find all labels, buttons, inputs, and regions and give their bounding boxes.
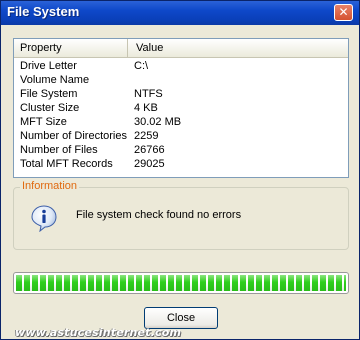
property-cell: MFT Size bbox=[20, 116, 67, 128]
value-cell: 30.02 MB bbox=[134, 116, 182, 128]
progress-fill bbox=[16, 275, 346, 291]
value-cell: NTFS bbox=[134, 88, 163, 100]
list-row[interactable]: Volume Name bbox=[14, 73, 348, 87]
information-message: File system check found no errors bbox=[76, 209, 242, 221]
info-icon bbox=[31, 205, 57, 232]
list-row[interactable]: Drive Letter C:\ bbox=[14, 59, 348, 73]
watermark: www.astucesinternet.com bbox=[15, 326, 182, 339]
list-row[interactable]: Total MFT Records 29025 bbox=[14, 157, 348, 171]
information-group: Information File system check found no e… bbox=[13, 180, 349, 250]
property-cell: Number of Directories bbox=[20, 130, 127, 142]
information-legend: Information bbox=[20, 180, 80, 192]
list-row[interactable]: MFT Size 30.02 MB bbox=[14, 115, 348, 129]
column-header-property[interactable]: Property bbox=[14, 39, 128, 57]
close-icon: ✕ bbox=[338, 5, 349, 19]
value-cell: 4 KB bbox=[134, 102, 158, 114]
window-title: File System bbox=[7, 4, 80, 19]
window-close-button[interactable]: ✕ bbox=[334, 4, 353, 21]
property-cell: Drive Letter bbox=[20, 60, 77, 72]
value-cell: 26766 bbox=[134, 144, 165, 156]
list-row[interactable]: Number of Directories 2259 bbox=[14, 129, 348, 143]
title-bar[interactable]: File System ✕ bbox=[1, 1, 359, 25]
property-cell: Total MFT Records bbox=[20, 158, 113, 170]
list-row[interactable]: File System NTFS bbox=[14, 87, 348, 101]
property-list[interactable]: Property Value Drive Letter C:\ Volume N… bbox=[13, 38, 349, 178]
list-row[interactable]: Number of Files 26766 bbox=[14, 143, 348, 157]
value-cell: 29025 bbox=[134, 158, 165, 170]
property-cell: Number of Files bbox=[20, 144, 98, 156]
list-rows: Drive Letter C:\ Volume Name File System… bbox=[14, 59, 348, 171]
file-system-dialog: File System ✕ Property Value Drive Lette… bbox=[0, 0, 360, 340]
value-cell: 2259 bbox=[134, 130, 159, 142]
property-cell: File System bbox=[20, 88, 78, 100]
value-cell: C:\ bbox=[134, 60, 149, 72]
list-row[interactable]: Cluster Size 4 KB bbox=[14, 101, 348, 115]
column-header-value[interactable]: Value bbox=[128, 39, 348, 57]
property-cell: Cluster Size bbox=[20, 102, 80, 114]
property-cell: Volume Name bbox=[20, 74, 90, 86]
progress-bar bbox=[13, 272, 349, 294]
list-header: Property Value bbox=[14, 39, 348, 58]
